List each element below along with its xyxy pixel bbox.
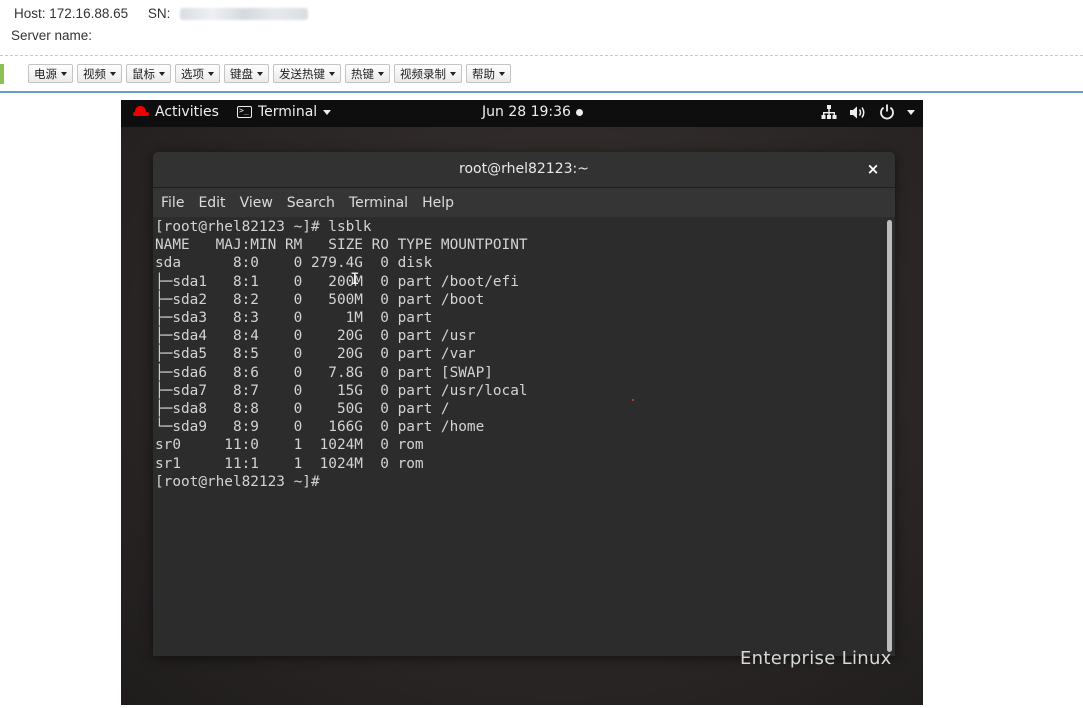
options-menu-button[interactable]: 选项: [175, 64, 220, 83]
power-menu-label: 电源: [34, 66, 57, 81]
caret-down-icon: [378, 71, 384, 76]
caret-down-icon: [208, 71, 214, 76]
clock-label: Jun 28 19:36: [482, 104, 571, 120]
menu-terminal[interactable]: Terminal: [343, 195, 414, 211]
terminal-output-area[interactable]: [root@rhel82123 ~]# lsblk NAME MAJ:MIN R…: [153, 218, 895, 656]
server-name: Server name:: [11, 28, 92, 43]
terminal-line: ├─sda4 8:4 0 20G 0 part /usr: [155, 328, 476, 345]
terminal-line: [root@rhel82123 ~]# lsblk: [155, 219, 372, 235]
notification-dot-icon: [575, 108, 583, 116]
video-menu-button[interactable]: 视频: [77, 64, 122, 83]
terminal-line: [root@rhel82123 ~]#: [155, 473, 320, 490]
scrollbar-thumb[interactable]: [887, 220, 892, 652]
terminal-window[interactable]: root@rhel82123:~ × File Edit View Search…: [153, 152, 895, 656]
send-hotkey-menu-button[interactable]: 发送热键: [273, 64, 341, 83]
terminal-line: ├─sda7 8:7 0 15G 0 part /usr/local: [155, 382, 528, 399]
mouse-menu-button[interactable]: 鼠标: [126, 64, 171, 83]
terminal-line: sr1 11:1 1 1024M 0 rom: [155, 455, 424, 472]
sn-value-redacted: [180, 8, 309, 21]
close-button[interactable]: ×: [863, 159, 883, 179]
app-menu-label: Terminal: [258, 104, 318, 120]
help-menu-label: 帮助: [472, 66, 495, 81]
keyboard-menu-button[interactable]: 键盘: [224, 64, 269, 83]
send-hotkey-menu-label: 发送热键: [279, 66, 325, 81]
host-info: Host: 172.16.88.65 SN:: [14, 6, 309, 21]
caret-down-icon: [329, 71, 335, 76]
video-record-menu-button[interactable]: 视频录制: [394, 64, 462, 83]
terminal-line: ├─sda8 8:8 0 50G 0 part /: [155, 401, 450, 418]
activities-button[interactable]: Activities: [133, 104, 219, 120]
menu-help[interactable]: Help: [416, 195, 460, 211]
header-divider: [0, 55, 1083, 56]
toolbar-accent: [0, 64, 4, 84]
redhat-logo-icon: [133, 105, 149, 119]
menu-view[interactable]: View: [234, 195, 279, 211]
toolbar-divider: [0, 91, 1083, 93]
kvm-toolbar: 电源 视频 鼠标 选项 键盘 发送热键 热键 视频录制 帮助: [28, 64, 515, 85]
clock[interactable]: Jun 28 19:36: [482, 104, 583, 120]
power-menu-button[interactable]: 电源: [28, 64, 73, 83]
terminal-app-menu[interactable]: >_ Terminal: [237, 104, 332, 120]
menu-search[interactable]: Search: [281, 195, 341, 211]
terminal-line: ├─sda3 8:3 0 1M 0 part: [155, 310, 433, 327]
caret-down-icon: [61, 71, 67, 76]
text-cursor-icon: I: [350, 269, 360, 288]
video-record-menu-label: 视频录制: [400, 66, 446, 81]
menu-edit[interactable]: Edit: [192, 195, 231, 211]
chevron-down-icon: [323, 109, 332, 115]
mouse-menu-label: 鼠标: [132, 66, 155, 81]
enterprise-linux-wallpaper-text: Enterprise Linux: [740, 648, 892, 669]
host-label: Host:: [14, 6, 46, 21]
menu-file[interactable]: File: [155, 195, 190, 211]
terminal-titlebar[interactable]: root@rhel82123:~ ×: [153, 152, 895, 188]
terminal-icon: >_: [237, 106, 252, 118]
terminal-line: sr0 11:0 1 1024M 0 rom: [155, 437, 424, 454]
terminal-line: sda 8:0 0 279.4G 0 disk: [155, 255, 433, 272]
sn-label: SN:: [147, 6, 171, 21]
hotkey-menu-label: 热键: [351, 66, 374, 81]
system-tray[interactable]: [809, 104, 915, 120]
caret-down-icon: [159, 71, 165, 76]
options-menu-label: 选项: [181, 66, 204, 81]
keyboard-menu-label: 键盘: [230, 66, 253, 81]
power-icon: [879, 104, 895, 120]
activities-label: Activities: [155, 104, 219, 120]
stray-pixel: [632, 399, 634, 401]
caret-down-icon: [450, 71, 456, 76]
volume-icon: [849, 105, 867, 120]
terminal-window-title: root@rhel82123:~: [459, 161, 589, 177]
terminal-line: ├─sda6 8:6 0 7.8G 0 part [SWAP]: [155, 364, 493, 381]
help-menu-button[interactable]: 帮助: [466, 64, 511, 83]
terminal-line: ├─sda1 8:1 0 200M 0 part /boot/efi: [155, 273, 519, 290]
terminal-line: ├─sda2 8:2 0 500M 0 part /boot: [155, 291, 485, 308]
terminal-menubar: File Edit View Search Terminal Help: [153, 188, 895, 217]
terminal-output: [root@rhel82123 ~]# lsblk NAME MAJ:MIN R…: [155, 218, 528, 491]
caret-down-icon: [499, 71, 505, 76]
network-icon: [821, 104, 837, 120]
host-value: 172.16.88.65: [49, 6, 129, 21]
terminal-line: ├─sda5 8:5 0 20G 0 part /var: [155, 346, 476, 363]
terminal-scrollbar[interactable]: [886, 220, 893, 654]
caret-down-icon: [110, 71, 116, 76]
hotkey-menu-button[interactable]: 热键: [345, 64, 390, 83]
remote-console-screen[interactable]: Activities >_ Terminal Jun 28 19:36 root…: [121, 100, 923, 705]
video-menu-label: 视频: [83, 66, 106, 81]
terminal-line: └─sda9 8:9 0 166G 0 part /home: [155, 419, 485, 436]
chevron-down-icon: [907, 109, 915, 115]
terminal-line: NAME MAJ:MIN RM SIZE RO TYPE MOUNTPOINT: [155, 237, 528, 254]
server-name-label: Server name:: [11, 28, 93, 43]
gnome-top-bar: Activities >_ Terminal Jun 28 19:36: [121, 100, 923, 127]
caret-down-icon: [257, 71, 263, 76]
